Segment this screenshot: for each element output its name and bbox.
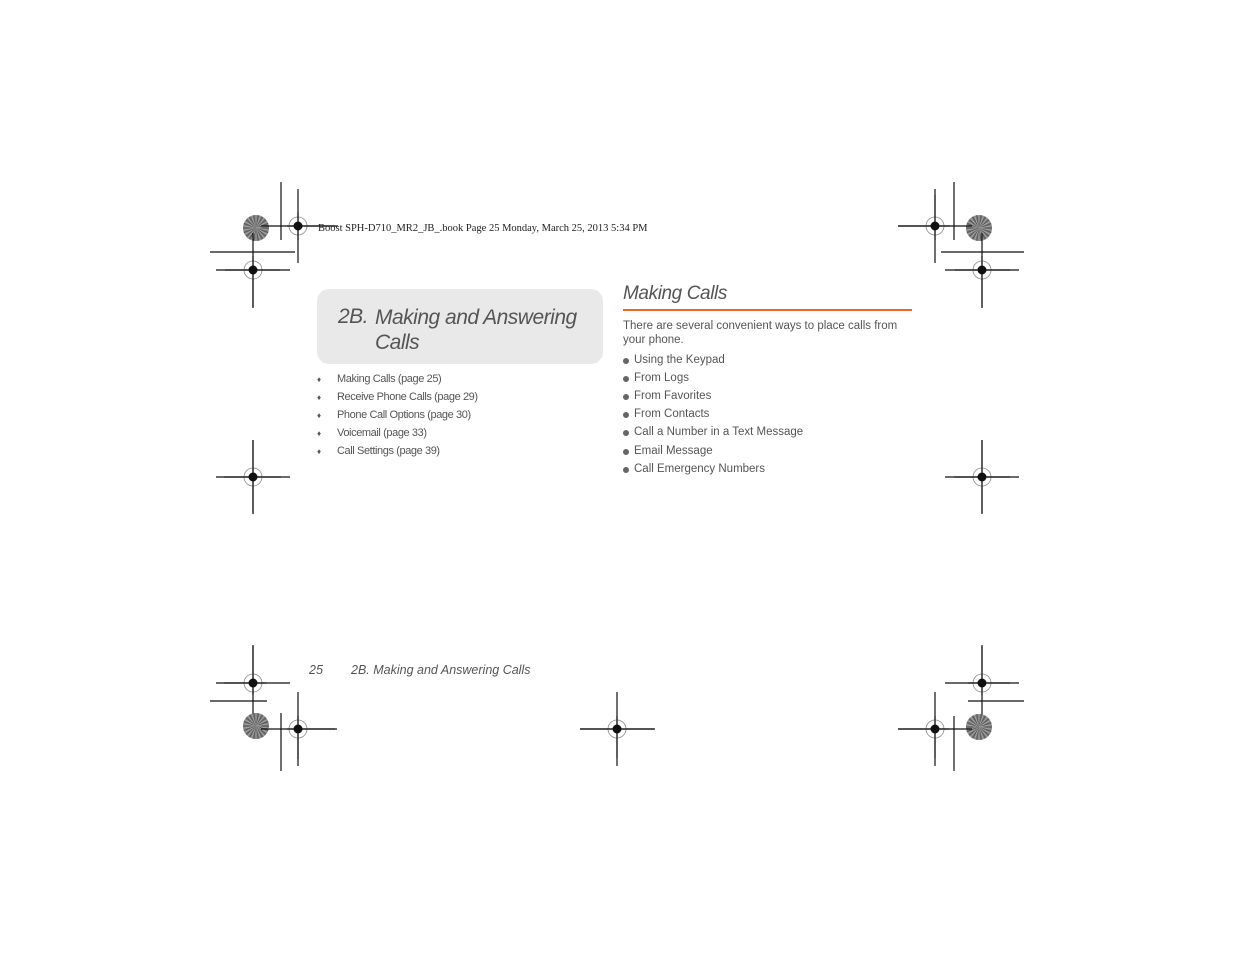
list-item: Call a Number in a Text Message (623, 423, 803, 441)
diamond-bullet-icon: ♦ (317, 392, 321, 402)
toc-item[interactable]: ♦ Receive Phone Calls (page 29) (317, 388, 478, 406)
list-item: Using the Keypad (623, 351, 803, 369)
diamond-bullet-icon: ♦ (317, 428, 321, 438)
toc-item-label[interactable]: Receive Phone Calls (page 29) (337, 391, 478, 403)
book-slug-line: Boost SPH-D710_MR2_JB_.book Page 25 Mond… (318, 223, 648, 234)
footer-page-number: 25 (309, 663, 323, 677)
bullet-icon (623, 430, 629, 437)
list-item-label: From Contacts (634, 408, 710, 421)
diamond-bullet-icon: ♦ (317, 374, 321, 384)
section-intro: There are several convenient ways to pla… (623, 320, 898, 346)
toc-item-label[interactable]: Phone Call Options (page 30) (337, 409, 471, 421)
list-item-label: Call a Number in a Text Message (634, 426, 804, 439)
bullet-icon (623, 448, 629, 455)
toc-item[interactable]: ♦ Phone Call Options (page 30) (317, 406, 478, 424)
footer-running-title: 2B. Making and Answering Calls (351, 663, 531, 677)
chapter-number: 2B. (338, 305, 369, 328)
list-item-label: Email Message (634, 444, 713, 457)
printer-marks (210, 182, 1024, 771)
diamond-bullet-icon: ♦ (317, 410, 321, 420)
list-item-label: Using the Keypad (634, 354, 725, 367)
list-item: Email Message (623, 441, 803, 459)
list-item: From Logs (623, 369, 803, 387)
bullet-icon (623, 394, 629, 401)
bullet-icon (623, 412, 629, 419)
toc-item[interactable]: ♦ Voicemail (page 33) (317, 424, 478, 442)
list-item: From Favorites (623, 387, 803, 405)
list-item-label: From Logs (634, 372, 689, 385)
diamond-bullet-icon: ♦ (317, 446, 321, 456)
calling-methods-list: Using the Keypad From Logs From Favorite… (623, 351, 803, 478)
toc-item-label[interactable]: Voicemail (page 33) (337, 427, 427, 439)
toc-item-label[interactable]: Making Calls (page 25) (337, 373, 442, 385)
toc-item[interactable]: ♦ Call Settings (page 39) (317, 442, 478, 460)
toc-item[interactable]: ♦ Making Calls (page 25) (317, 370, 478, 388)
section-title: Making Calls (623, 283, 727, 304)
list-item: From Contacts (623, 405, 803, 423)
list-item: Call Emergency Numbers (623, 460, 803, 478)
section-title-rule (623, 309, 912, 311)
chapter-title: Making and Answering Calls (375, 306, 577, 354)
toc-item-label[interactable]: Call Settings (page 39) (337, 445, 440, 457)
bullet-icon (623, 376, 629, 383)
chapter-toc: ♦ Making Calls (page 25) ♦ Receive Phone C… (317, 370, 478, 460)
list-item-label: Call Emergency Numbers (634, 462, 766, 475)
list-item-label: From Favorites (634, 390, 712, 403)
bullet-icon (623, 358, 629, 365)
bullet-icon (623, 466, 629, 473)
